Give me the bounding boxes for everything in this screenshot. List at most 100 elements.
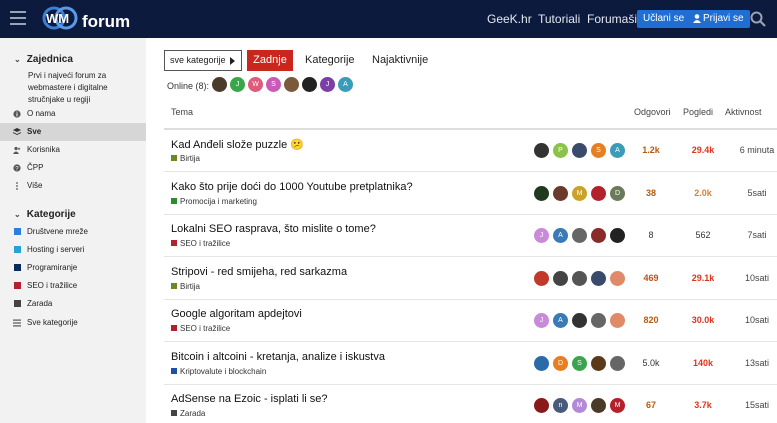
login-button[interactable]: Prijavi se [687,10,750,28]
online-user-avatar[interactable]: J [320,77,335,92]
topic-activity[interactable]: 10sati [722,273,777,283]
nav-link-tutoriali[interactable]: Tutoriali [538,12,580,26]
topic-activity[interactable]: 6 minuta [722,145,777,155]
poster-avatar[interactable] [610,355,625,371]
topic-replies[interactable]: 67 [626,400,676,410]
topic-category[interactable]: SEO i tražilice [171,239,230,248]
topic-row[interactable]: AdSense na Ezoic - isplati li se? Zarada n… [164,385,777,423]
topic-activity[interactable]: 15sati [722,400,777,410]
poster-avatar[interactable] [534,398,549,413]
topic-activity[interactable]: 7sati [722,230,777,240]
sidebar-item-more[interactable]: Više [0,177,146,195]
poster-avatar[interactable] [572,228,587,243]
sidebar-category-earnings[interactable]: Zarada [0,295,146,313]
topic-replies[interactable]: 469 [626,273,676,283]
column-activity[interactable]: Aktivnost [725,107,762,117]
topic-row[interactable]: Google algoritam apdejtovi SEO i tražilic… [164,300,777,342]
poster-avatar[interactable] [553,270,568,286]
poster-avatar[interactable]: n [553,398,568,413]
online-user-avatar[interactable]: W [248,77,263,92]
column-topic[interactable]: Tema [171,107,193,117]
topic-row[interactable]: Kako što prije doći do 1000 Youtube pret… [164,173,777,215]
poster-avatar[interactable]: J [534,228,549,243]
topic-row[interactable]: Kad Anđeli slože puzzle 😕 Birtija P S A 1.2k 2… [164,130,777,172]
poster-avatar[interactable] [610,313,625,328]
sidebar-category-programming[interactable]: Programiranje [0,259,146,277]
online-user-avatar[interactable] [302,77,317,92]
column-views[interactable]: Pogledi [683,107,713,117]
poster-avatar[interactable]: S [591,143,606,158]
poster-avatar[interactable] [534,355,549,371]
sidebar-all-categories[interactable]: Sve kategorije [0,314,146,332]
topic-activity[interactable]: 13sati [722,358,777,368]
online-user-avatar[interactable] [284,77,299,92]
topic-row[interactable]: Bitcoin i altcoini - kretanja, analize i… [164,343,777,385]
sidebar-section-categories[interactable]: ⌄ Kategorije [14,209,76,220]
poster-avatar[interactable] [534,185,549,201]
topic-replies[interactable]: 8 [626,230,676,240]
poster-avatar[interactable]: A [553,313,568,328]
column-replies[interactable]: Odgovori [634,107,671,117]
nav-link-geek[interactable]: GeeK.hr [487,12,532,26]
topic-title[interactable]: Stripovi - red smijeha, red sarkazma [171,266,347,278]
poster-avatar[interactable] [534,270,549,286]
topic-replies[interactable]: 5.0k [626,358,676,368]
poster-avatar[interactable]: P [553,143,568,158]
poster-avatar[interactable]: S [572,355,587,371]
register-button[interactable]: Učlani se [637,10,691,28]
poster-avatar[interactable] [572,270,587,286]
poster-avatar[interactable] [591,355,606,371]
poster-avatar[interactable]: M [572,185,587,201]
poster-avatar[interactable] [591,185,606,201]
topic-activity[interactable]: 10sati [722,315,777,325]
poster-avatar[interactable] [610,228,625,243]
poster-avatar[interactable]: D [610,185,625,201]
topic-title[interactable]: Google algoritam apdejtovi [171,308,302,320]
nav-link-forumasi[interactable]: Forumaši [587,12,637,26]
topic-activity[interactable]: 5sati [722,188,777,198]
topic-category[interactable]: Birtija [171,154,200,163]
search-icon[interactable] [750,11,766,27]
poster-avatar[interactable]: A [553,228,568,243]
sidebar-category-social[interactable]: Društvene mreže [0,223,146,241]
sidebar-item-users[interactable]: Korisnika [0,141,146,159]
poster-avatar[interactable] [591,228,606,243]
topic-category[interactable]: Promocija i marketing [171,197,257,206]
poster-avatar[interactable] [572,143,587,158]
topic-title[interactable]: AdSense na Ezoic - isplati li se? [171,393,328,405]
poster-avatar[interactable] [534,143,549,158]
tab-latest[interactable]: Zadnje [247,50,293,71]
site-logo[interactable]: WM forum [40,5,130,33]
topic-title[interactable]: Lokalni SEO rasprava, što mislite o tome… [171,223,376,235]
sidebar-item-faq[interactable]: ? ČPP [0,159,146,177]
topic-category[interactable]: Zarada [171,409,205,418]
poster-avatar[interactable]: J [534,313,549,328]
sidebar-category-hosting[interactable]: Hosting i serveri [0,241,146,259]
sidebar-item-all[interactable]: Sve [0,123,146,141]
poster-avatar[interactable] [591,313,606,328]
poster-avatar[interactable]: M [610,398,625,413]
poster-avatar[interactable] [610,270,625,286]
topic-category[interactable]: SEO i tražilice [171,324,230,333]
poster-avatar[interactable]: A [610,143,625,158]
topic-replies[interactable]: 38 [626,188,676,198]
topic-replies[interactable]: 1.2k [626,145,676,155]
tab-top[interactable]: Najaktivnije [372,54,428,66]
sidebar-category-seo[interactable]: SEO i tražilice [0,277,146,295]
topic-category[interactable]: Kriptovalute i blockchain [171,367,266,376]
online-user-avatar[interactable]: A [338,77,353,92]
poster-avatar[interactable] [572,313,587,328]
poster-avatar[interactable] [591,270,606,286]
topic-title[interactable]: Bitcoin i altcoini - kretanja, analize i… [171,351,385,363]
hamburger-menu-icon[interactable] [10,11,26,25]
poster-avatar[interactable]: M [572,398,587,413]
topic-title[interactable]: Kako što prije doći do 1000 Youtube pret… [171,181,413,193]
topic-title[interactable]: Kad Anđeli slože puzzle 😕 [171,138,304,151]
topic-row[interactable]: Stripovi - red smijeha, red sarkazma Birt… [164,258,777,300]
online-user-avatar[interactable]: J [230,77,245,92]
online-user-avatar[interactable] [212,77,227,92]
tab-categories[interactable]: Kategorije [305,54,355,66]
category-dropdown[interactable]: sve kategorije [164,50,242,71]
poster-avatar[interactable]: D [553,355,568,371]
topic-row[interactable]: Lokalni SEO rasprava, što mislite o tome… [164,215,777,257]
